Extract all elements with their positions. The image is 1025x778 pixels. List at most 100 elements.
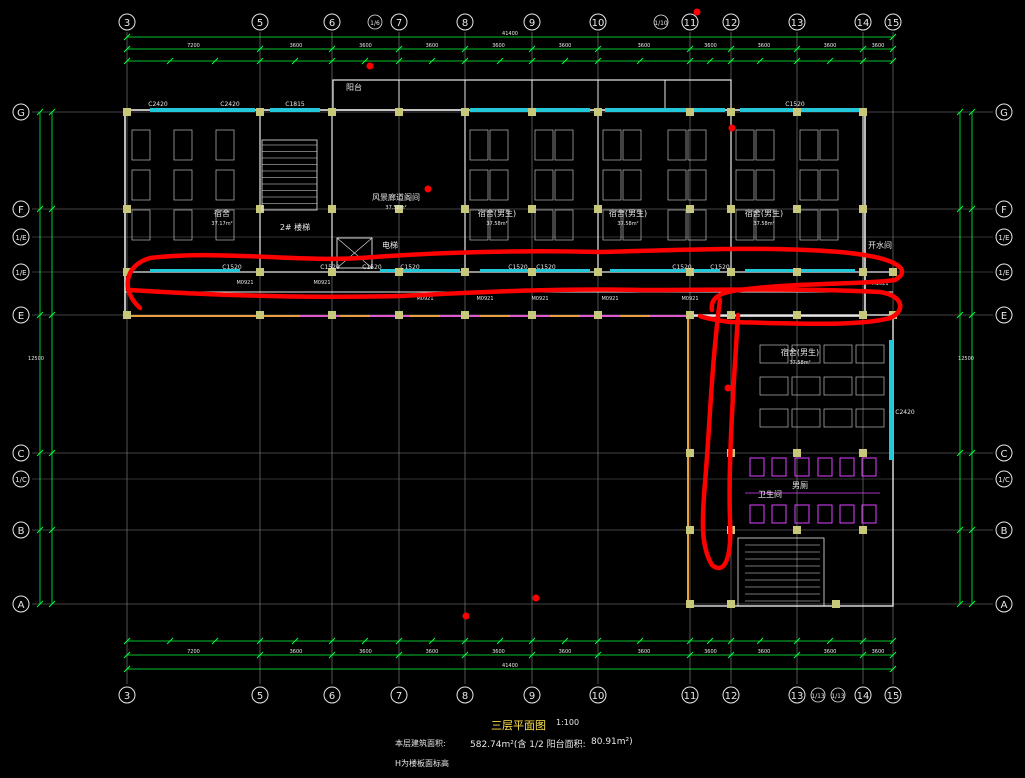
axis-label-left: G xyxy=(17,108,25,119)
room-name: 2# 楼梯 xyxy=(280,222,310,232)
bunk-bed xyxy=(823,344,853,364)
door-code: M0921 xyxy=(236,280,253,286)
column xyxy=(528,311,536,319)
toilet-stall xyxy=(771,457,787,477)
column xyxy=(859,526,867,534)
room-area: 37.58m² xyxy=(385,205,406,211)
dim-bottom-label: 3600 xyxy=(872,649,885,655)
dim-top-label: 3600 xyxy=(872,43,885,49)
drawing-scale: 1:100 xyxy=(556,718,580,727)
column xyxy=(686,311,694,319)
bunk-bed xyxy=(799,169,819,201)
column xyxy=(793,268,801,276)
window-mark xyxy=(889,340,893,460)
window-mark xyxy=(605,108,725,112)
bunk-bed xyxy=(131,169,151,201)
bunk-bed xyxy=(602,129,622,161)
bunk-bed xyxy=(791,408,821,428)
room-name: 风景廊道阁间 xyxy=(372,192,420,202)
door-code: M0921 xyxy=(601,296,618,302)
column xyxy=(793,108,801,116)
axis-label-top: 15 xyxy=(887,18,900,29)
window-code: C1520 xyxy=(536,264,556,271)
bunk-bed xyxy=(554,129,574,161)
column xyxy=(832,600,840,608)
bunk-bed xyxy=(819,169,839,201)
toilet-stall xyxy=(749,457,765,477)
balcony-area: 80.91m²) xyxy=(591,737,633,747)
column xyxy=(528,268,536,276)
column xyxy=(461,108,469,116)
column xyxy=(461,205,469,213)
column xyxy=(727,311,735,319)
axis-label-top: 9 xyxy=(529,18,535,29)
axis-label-bottom: 3 xyxy=(124,691,130,702)
axis-label-half: 1/13 xyxy=(831,693,845,700)
axis-label-half: 1/E xyxy=(15,234,26,242)
axis-label-left: E xyxy=(18,311,24,322)
bunk-bed xyxy=(819,209,839,241)
door-code: M0921 xyxy=(681,296,698,302)
column xyxy=(594,311,602,319)
axis-label-bottom: 6 xyxy=(329,691,335,702)
bunk-bed xyxy=(759,376,789,396)
axis-label-half: 1/C xyxy=(998,476,1010,484)
dim-top-label: 3600 xyxy=(359,43,372,49)
bunk-bed xyxy=(554,209,574,241)
stair-outline xyxy=(737,537,825,607)
room-name: 宿舍(男生) xyxy=(609,208,647,218)
column xyxy=(123,205,131,213)
dim-bottom-total-label: 41400 xyxy=(502,663,518,669)
axis-label-left: C xyxy=(18,449,25,460)
dim-top-label: 3600 xyxy=(426,43,439,49)
toilet-stall xyxy=(839,457,855,477)
dim-bottom-label: 3600 xyxy=(290,649,303,655)
axis-label-top: 14 xyxy=(857,18,870,29)
toilet-stall xyxy=(771,504,787,524)
dim-right-total: 12500 xyxy=(958,356,974,362)
column xyxy=(461,268,469,276)
column xyxy=(686,205,694,213)
axis-label-bottom: 13 xyxy=(791,691,804,702)
column xyxy=(256,108,264,116)
room-area: 37.58m² xyxy=(617,221,638,227)
door-code: M0921 xyxy=(531,296,548,302)
axis-label-half: 1/E xyxy=(998,269,1009,277)
toilet-stall xyxy=(861,457,877,477)
bunk-bed xyxy=(489,169,509,201)
column xyxy=(859,311,867,319)
dim-bottom-label: 3600 xyxy=(824,649,837,655)
room-area: 37.58m² xyxy=(789,360,810,366)
room-name: 宿舍(男生) xyxy=(745,208,783,218)
dim-bottom-label: 3600 xyxy=(359,649,372,655)
axis-label-half: 1/13 xyxy=(811,693,825,700)
room-area: 37.58m² xyxy=(753,221,774,227)
walls: C2420 C2420 C1815 C1520 C1520 C1520 C1520 C1520… xyxy=(123,79,915,608)
column xyxy=(528,108,536,116)
column xyxy=(686,449,694,457)
column xyxy=(256,268,264,276)
axis-label-left: A xyxy=(18,600,25,611)
bunk-bed xyxy=(687,169,707,201)
window-mark xyxy=(270,108,320,112)
markup-dot xyxy=(532,594,540,602)
column xyxy=(727,205,735,213)
window-code: C1520 xyxy=(672,264,692,271)
column xyxy=(889,268,897,276)
axis-label-bottom: 10 xyxy=(592,691,605,702)
axis-label-bottom: 5 xyxy=(257,691,263,702)
window-code: C1520 xyxy=(710,264,730,271)
column xyxy=(686,526,694,534)
bunk-bed xyxy=(469,169,489,201)
room-area: 37.58m² xyxy=(486,221,507,227)
column xyxy=(123,311,131,319)
axis-grid: 3 3 5 5 6 6 7 7 8 8 9 9 10 10 11 11 12 12 13 13 14 14 15 15 1/6 1… xyxy=(12,13,1013,704)
door-code: M0921 xyxy=(313,280,330,286)
rooms: 宿舍37.17m² 2# 楼梯风景廊道阁间37.58m²电梯宿舍(男生)37.58… xyxy=(131,82,892,607)
bunk-bed xyxy=(554,169,574,201)
room-name: 宿舍(男生) xyxy=(781,347,819,357)
bunk-bed xyxy=(759,408,789,428)
axis-label-bottom: 14 xyxy=(857,691,870,702)
column xyxy=(328,108,336,116)
dim-bottom-label: 3600 xyxy=(638,649,651,655)
